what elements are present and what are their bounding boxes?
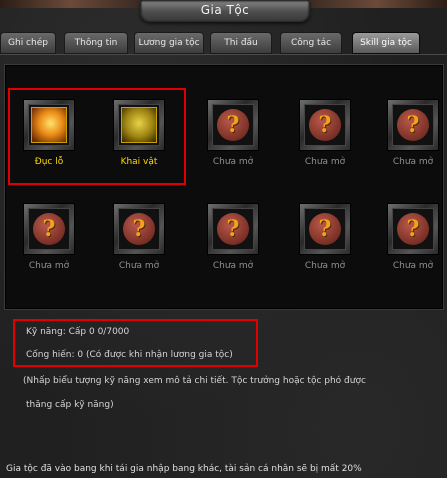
tab-ghi-chep[interactable]: Ghi chép: [0, 32, 56, 54]
skill-label: Chưa mở: [118, 261, 160, 271]
question-mark-icon: ?: [397, 213, 429, 245]
tab-skill-gia-toc[interactable]: Skill gia tộc: [352, 32, 420, 54]
skill-label: Chưa mở: [304, 261, 346, 271]
tab-thi-dau[interactable]: Thi đấu: [210, 32, 272, 54]
tab-cong-tac[interactable]: Công tác: [280, 32, 342, 54]
question-mark-icon: ?: [217, 109, 249, 141]
question-mark-icon: ?: [309, 213, 341, 245]
skill-slot-locked[interactable]: ? Chưa mở: [203, 203, 263, 279]
skill-level-text: Kỹ năng: Cấp 0 0/7000: [26, 327, 130, 337]
skill-label: Chưa mở: [392, 157, 434, 167]
question-mark-icon: ?: [33, 213, 65, 245]
tab-luong-gia-toc[interactable]: Lương gia tộc: [134, 32, 204, 54]
tab-thong-tin[interactable]: Thông tin: [64, 32, 128, 54]
window-title: Gia Tộc: [140, 0, 310, 22]
skill-label: Chưa mở: [392, 261, 434, 271]
hint-text-line2: thăng cấp kỹ năng): [26, 400, 114, 410]
skill-label: Chưa mở: [212, 157, 254, 167]
skill-slot-locked[interactable]: ? Chưa mở: [295, 99, 355, 175]
question-mark-icon: ?: [123, 213, 155, 245]
skill-slot-locked[interactable]: ? Chưa mở: [295, 203, 355, 279]
skill-slot-locked[interactable]: ? Chưa mở: [109, 203, 169, 279]
title-decoration-left: [0, 0, 140, 8]
guild-warning-text: Gia tộc đã vào bang khi tái gia nhập ban…: [6, 464, 362, 474]
skill-label: Chưa mở: [304, 157, 346, 167]
guild-window: Gia Tộc Ghi chép Thông tin Lương gia tộc…: [0, 0, 447, 478]
skill-label: Chưa mở: [212, 261, 254, 271]
hint-text-line1: (Nhấp biểu tượng kỹ năng xem mô tả chi t…: [23, 376, 366, 386]
contribution-text: Cống hiến: 0 (Có được khi nhận lương gia…: [26, 350, 233, 360]
skill-slot-locked[interactable]: ? Chưa mở: [203, 99, 263, 175]
learned-skills-highlight: [8, 88, 186, 185]
tab-bar: Ghi chép Thông tin Lương gia tộc Thi đấu…: [0, 29, 447, 55]
title-decoration-right: [307, 0, 447, 8]
skill-label: Chưa mở: [28, 261, 70, 271]
skill-slot-locked[interactable]: ? Chưa mở: [383, 99, 443, 175]
question-mark-icon: ?: [217, 213, 249, 245]
skill-slot-locked[interactable]: ? Chưa mở: [19, 203, 79, 279]
skill-slot-locked[interactable]: ? Chưa mở: [383, 203, 443, 279]
question-mark-icon: ?: [397, 109, 429, 141]
question-mark-icon: ?: [309, 109, 341, 141]
